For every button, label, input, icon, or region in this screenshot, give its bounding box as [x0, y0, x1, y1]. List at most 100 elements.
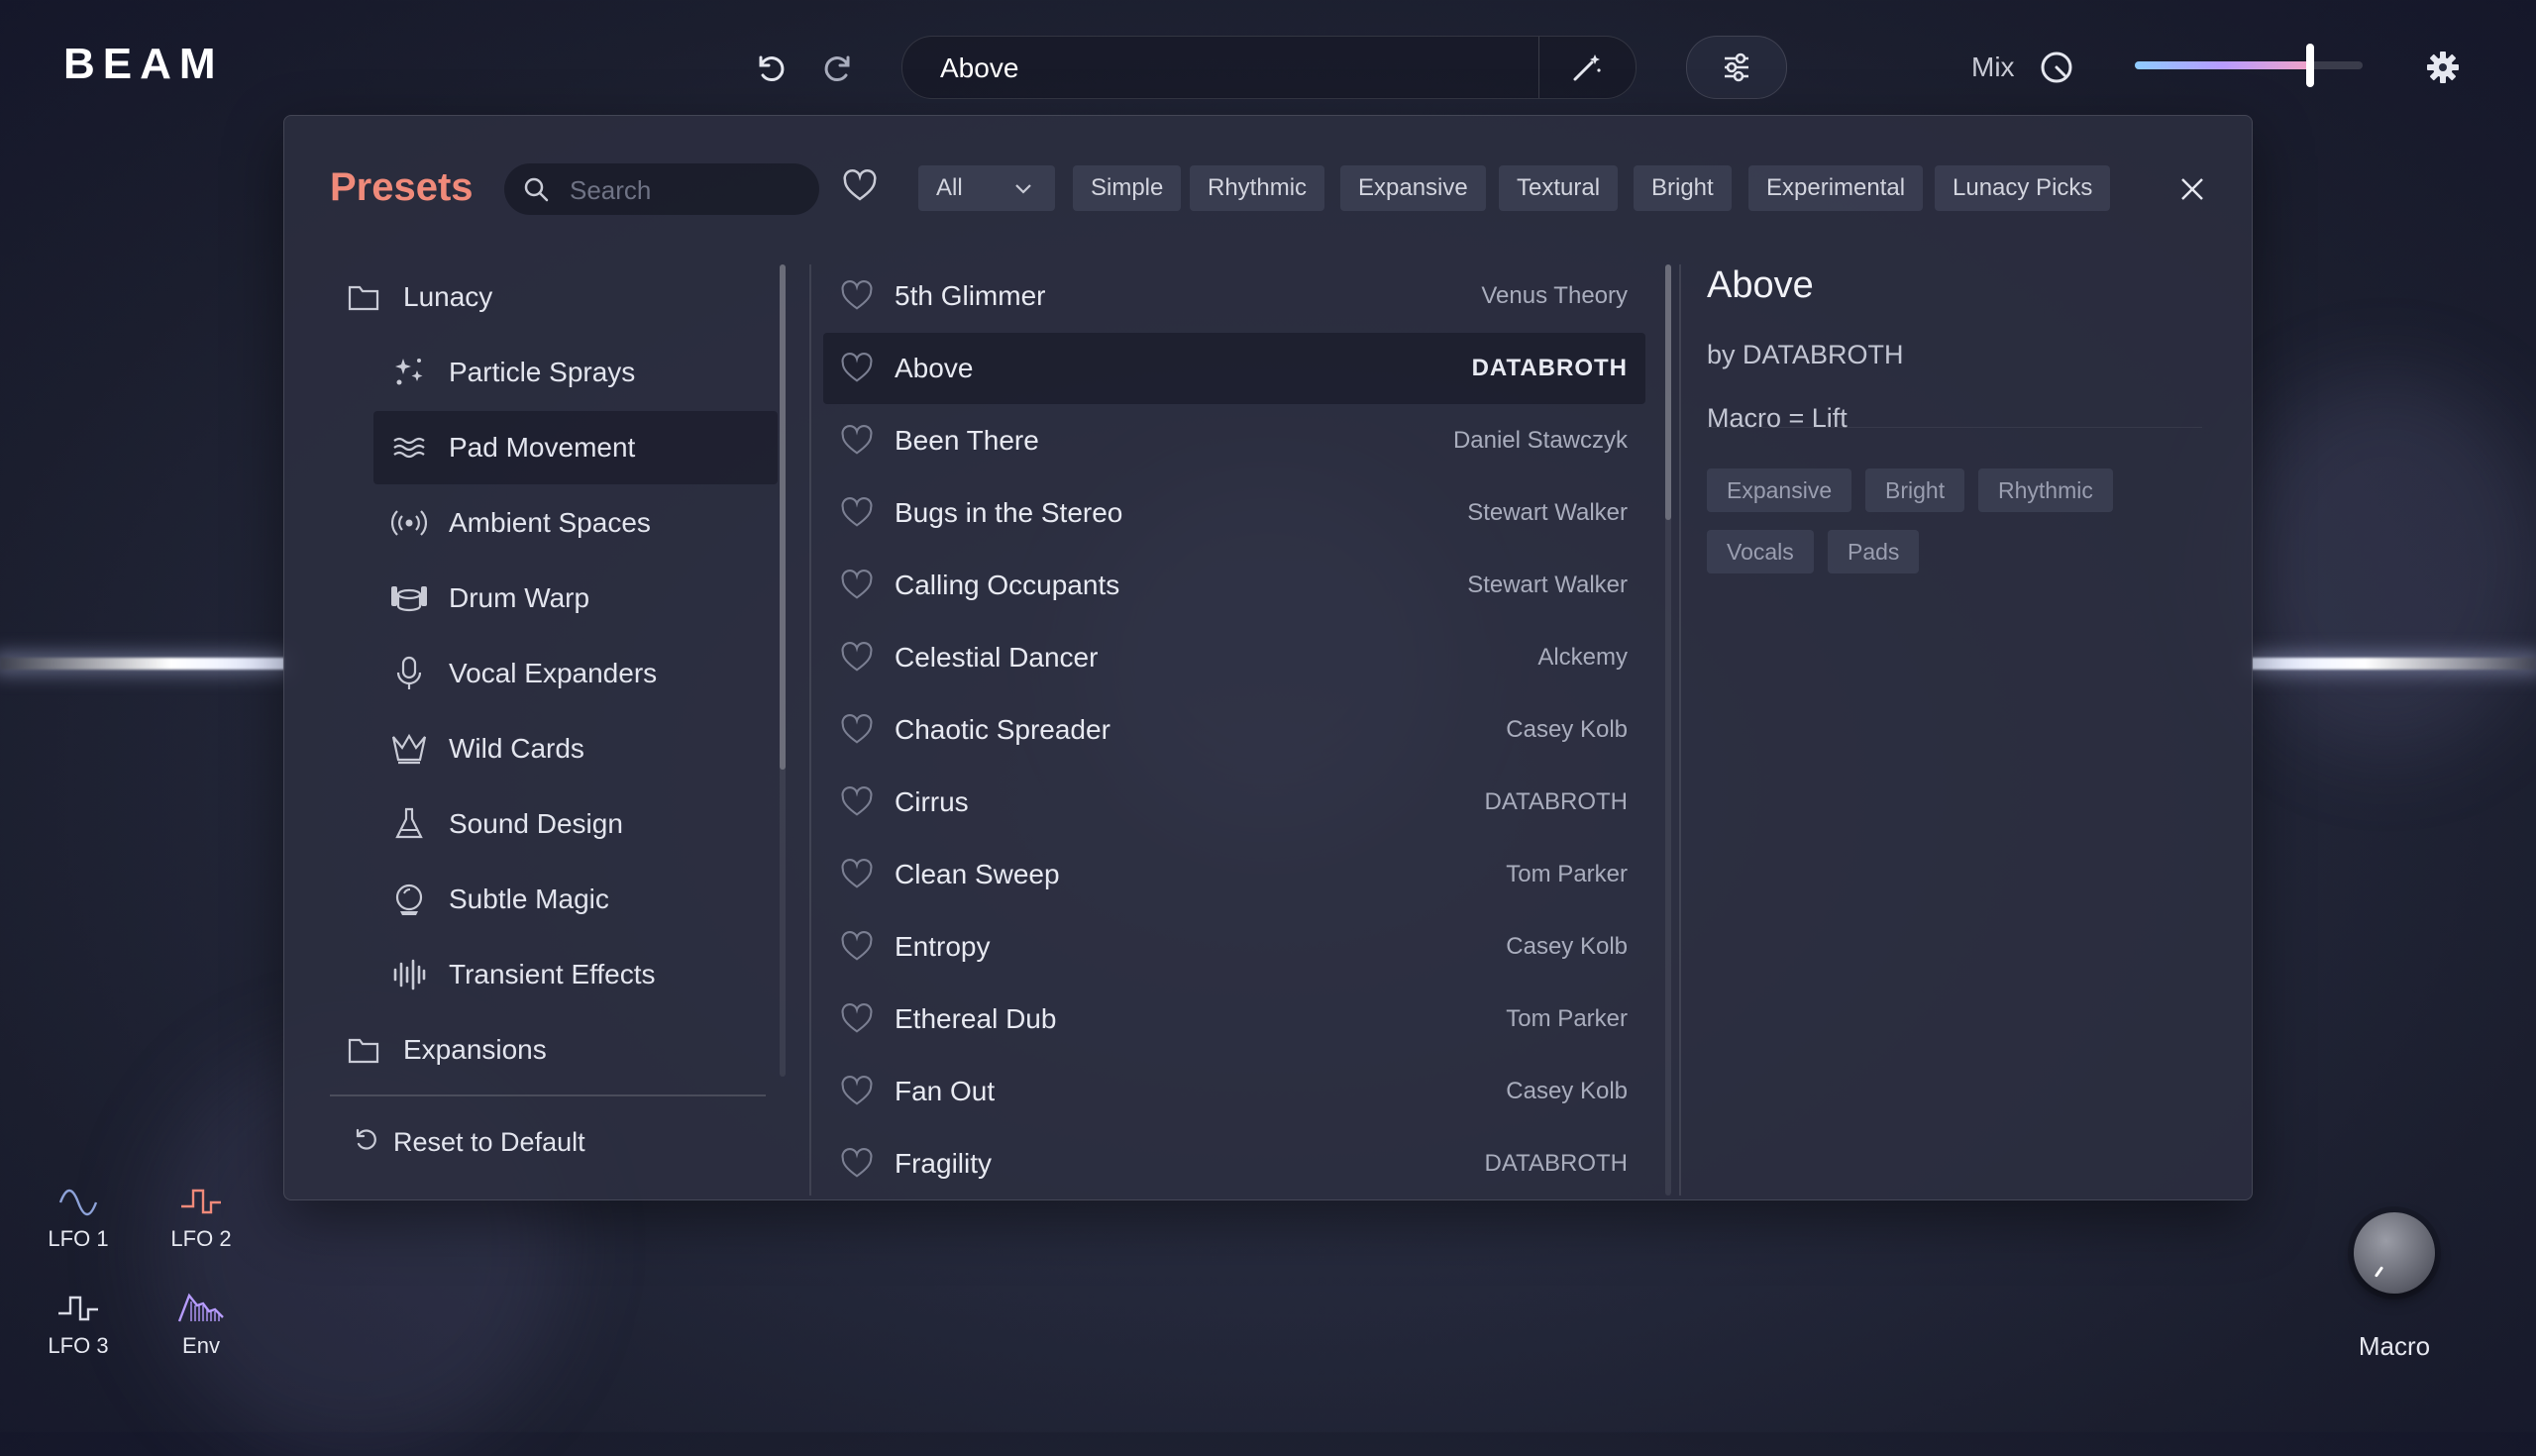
preset-row[interactable]: Cirrus DATABROTH	[823, 767, 1645, 838]
lfo-2-button[interactable]: LFO 2	[157, 1185, 246, 1252]
filter-dropdown-all[interactable]: All	[918, 165, 1055, 211]
favorite-heart-icon[interactable]	[839, 1001, 875, 1037]
tag-vocals[interactable]: Vocals	[1707, 530, 1814, 573]
presets-title: Presets	[330, 165, 474, 209]
filter-rhythmic[interactable]: Rhythmic	[1190, 165, 1325, 211]
lfo-1-label: LFO 1	[48, 1226, 109, 1251]
category-subtle-magic[interactable]: Subtle Magic	[385, 863, 766, 936]
adjustments-button[interactable]	[1686, 36, 1787, 99]
favorite-heart-icon[interactable]	[839, 784, 875, 820]
scrollbar-thumb[interactable]	[1665, 264, 1671, 520]
category-vocal-expanders[interactable]: Vocal Expanders	[385, 637, 766, 710]
tag-rhythmic[interactable]: Rhythmic	[1978, 468, 2113, 512]
preset-list-scrollbar[interactable]	[1665, 264, 1671, 1196]
favorite-heart-icon[interactable]	[839, 495, 875, 531]
redo-icon[interactable]	[816, 44, 864, 91]
category-expansions[interactable]: Expansions	[344, 1013, 740, 1087]
magic-wand-icon[interactable]	[1566, 49, 1606, 88]
filter-simple[interactable]: Simple	[1073, 165, 1182, 211]
preset-row[interactable]: Calling Occupants Stewart Walker	[823, 550, 1645, 621]
category-label: Particle Sprays	[449, 357, 636, 387]
preset-row[interactable]: Been There Daniel Stawczyk	[823, 405, 1645, 476]
favorite-heart-icon[interactable]	[839, 423, 875, 459]
preset-row[interactable]: Bugs in the Stereo Stewart Walker	[823, 477, 1645, 549]
preset-name: Ethereal Dub	[895, 1003, 1057, 1034]
preset-row[interactable]: Above DATABROTH	[823, 333, 1645, 404]
search-input[interactable]: Search	[504, 163, 819, 215]
tag-bright[interactable]: Bright	[1865, 468, 1965, 512]
category-pad-movement[interactable]: Pad Movement	[373, 411, 778, 484]
preset-name: Bugs in the Stereo	[895, 497, 1123, 528]
category-lunacy[interactable]: Lunacy	[344, 260, 740, 334]
filter-expansive[interactable]: Expansive	[1340, 165, 1486, 211]
preset-row[interactable]: Chaotic Spreader Casey Kolb	[823, 694, 1645, 766]
category-transient-effects[interactable]: Transient Effects	[385, 938, 766, 1011]
filter-experimental[interactable]: Experimental	[1748, 165, 1924, 211]
category-particle-sprays[interactable]: Particle Sprays	[385, 336, 766, 409]
app-logo: BEAM	[63, 40, 224, 88]
sine-wave-icon	[58, 1189, 98, 1216]
category-wild-cards[interactable]: Wild Cards	[385, 712, 766, 785]
env-button[interactable]: Env	[157, 1292, 246, 1359]
category-label: Ambient Spaces	[449, 507, 651, 538]
column-divider	[809, 264, 811, 1196]
macro-knob[interactable]	[2354, 1212, 2435, 1294]
category-ambient-spaces[interactable]: Ambient Spaces	[385, 486, 766, 560]
category-sound-design[interactable]: Sound Design	[385, 787, 766, 861]
background-glow	[2229, 376, 2536, 753]
crystal-ball-icon	[389, 880, 429, 919]
favorite-heart-icon[interactable]	[839, 1146, 875, 1182]
filter-textural[interactable]: Textural	[1499, 165, 1619, 211]
close-icon[interactable]	[2176, 173, 2208, 205]
microphone-icon	[389, 654, 429, 693]
category-label: Drum Warp	[449, 582, 590, 613]
preset-author: Tom Parker	[1506, 861, 1628, 887]
reset-icon	[350, 1124, 379, 1161]
mix-slider[interactable]	[2135, 44, 2363, 87]
category-drum-warp[interactable]: Drum Warp	[385, 562, 766, 635]
jester-icon	[389, 729, 429, 769]
column-divider	[1679, 264, 1681, 1196]
preset-name: Entropy	[895, 931, 991, 962]
gear-icon[interactable]	[2419, 44, 2467, 91]
preset-row[interactable]: Celestial Dancer Alckemy	[823, 622, 1645, 693]
preset-row[interactable]: Fragility DATABROTH	[823, 1128, 1645, 1199]
preset-name: 5th Glimmer	[895, 280, 1046, 311]
favorite-heart-icon[interactable]	[839, 278, 875, 314]
favorite-heart-icon[interactable]	[839, 1074, 875, 1109]
favorite-heart-icon[interactable]	[839, 640, 875, 676]
favorite-heart-icon[interactable]	[839, 568, 875, 603]
category-scrollbar[interactable]	[780, 264, 786, 1077]
mix-slider-thumb[interactable]	[2306, 44, 2315, 87]
favorite-heart-icon[interactable]	[839, 857, 875, 892]
square-wave-icon	[181, 1189, 221, 1214]
preset-author: Tom Parker	[1506, 1005, 1628, 1032]
current-preset-field[interactable]: Above	[901, 36, 1637, 99]
mix-dial-icon[interactable]	[2033, 44, 2080, 91]
reset-to-default-button[interactable]: Reset to Default	[350, 1124, 585, 1161]
preset-row[interactable]: Entropy Casey Kolb	[823, 911, 1645, 983]
favorite-heart-icon[interactable]	[839, 712, 875, 748]
preset-name: Cirrus	[895, 786, 969, 817]
preset-row[interactable]: Ethereal Dub Tom Parker	[823, 984, 1645, 1055]
filter-bright[interactable]: Bright	[1634, 165, 1732, 211]
tag-pads[interactable]: Pads	[1828, 530, 1920, 573]
lfo-3-button[interactable]: LFO 3	[34, 1292, 123, 1359]
favorite-heart-icon[interactable]	[839, 929, 875, 965]
square-wave-icon	[58, 1296, 98, 1321]
favorite-heart-icon[interactable]	[839, 351, 875, 386]
lfo-1-button[interactable]: LFO 1	[34, 1185, 123, 1252]
preset-name: Celestial Dancer	[895, 642, 1099, 673]
filter-lunacy-picks[interactable]: Lunacy Picks	[1935, 165, 2111, 211]
favorites-filter-heart-icon[interactable]	[841, 167, 879, 210]
tag-expansive[interactable]: Expansive	[1707, 468, 1852, 512]
category-label: Transient Effects	[449, 959, 656, 989]
category-label: Sound Design	[449, 808, 623, 839]
undo-icon[interactable]	[745, 44, 792, 91]
scrollbar-thumb[interactable]	[780, 264, 786, 770]
preset-name: Fragility	[895, 1148, 993, 1179]
preset-row[interactable]: 5th Glimmer Venus Theory	[823, 260, 1645, 332]
preset-row[interactable]: Clean Sweep Tom Parker	[823, 839, 1645, 910]
preset-row[interactable]: Fan Out Casey Kolb	[823, 1056, 1645, 1127]
preset-author: Daniel Stawczyk	[1452, 427, 1628, 454]
